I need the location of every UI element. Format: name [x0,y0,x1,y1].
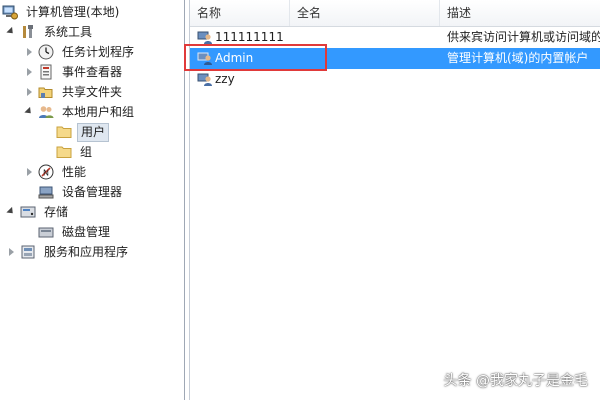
tree-label: 组 [80,145,93,159]
user-icon [197,31,212,44]
annotation-highlight-box [184,44,327,71]
tree-label: 用户 [77,122,110,142]
tree-item-shared-folders[interactable]: 共享文件夹 [24,82,125,102]
tree-item-services-apps[interactable]: 服务和应用程序 [6,242,131,262]
tree-item-disk-management[interactable]: 磁盘管理 [38,222,113,242]
users-group-icon [39,106,54,118]
tree-item-root[interactable]: 计算机管理(本地) [2,2,122,22]
tree-label: 系统工具 [44,25,93,39]
expand-arrow-icon[interactable] [24,67,34,77]
tree-item-task-scheduler[interactable]: 任务计划程序 [24,42,137,62]
device-manager-icon [38,186,54,199]
svg-text:N: N [43,169,49,178]
disk-management-icon [38,227,54,238]
user-description-cell: 管理计算机(域)的内置帐户 [447,51,589,65]
tree-item-groups[interactable]: 组 [56,142,95,162]
storage-icon [20,206,36,218]
user-full-name-cell [297,69,437,90]
tree-label: 本地用户和组 [62,105,135,119]
tree-item-performance[interactable]: N 性能 [24,162,89,182]
collapse-arrow-icon[interactable] [6,27,16,37]
performance-icon: N [38,164,54,180]
list-header: 名称 全名 描述 [190,0,600,27]
expand-arrow-icon[interactable] [24,47,34,57]
column-header-name[interactable]: 名称 [190,0,290,26]
collapse-arrow-icon[interactable] [6,207,16,217]
folder-icon [56,146,72,158]
tree-label: 服务和应用程序 [44,245,129,259]
folder-icon [56,126,72,138]
console-tree: 计算机管理(本地) 系统工具 任务计划程序 事件查看器 共享文件夹 本地用户和组… [0,0,185,400]
computer-management-icon [2,5,18,20]
services-apps-icon [21,245,35,259]
tree-label: 存储 [44,205,69,219]
tree-item-device-manager[interactable]: 设备管理器 [38,182,125,202]
tree-item-event-viewer[interactable]: 事件查看器 [24,62,125,82]
user-icon [197,73,212,86]
expand-arrow-icon[interactable] [6,247,16,257]
tree-item-system-tools[interactable]: 系统工具 [6,22,95,42]
tree-label: 性能 [62,165,87,179]
tree-item-users[interactable]: 用户 [56,122,110,142]
collapse-arrow-icon[interactable] [24,107,34,117]
expand-arrow-icon[interactable] [24,87,34,97]
tree-label: 设备管理器 [62,185,123,199]
user-name-cell: zzy [215,72,235,86]
list-row-user[interactable]: zzy [190,69,600,90]
event-viewer-icon [40,64,52,80]
tree-label: 任务计划程序 [62,45,135,59]
tree-root-label: 计算机管理(本地) [26,5,120,19]
watermark-text: 头条 @我家丸子是金毛 [443,373,588,389]
column-header-description[interactable]: 描述 [440,0,600,26]
tree-label: 磁盘管理 [62,225,111,239]
user-description-cell [447,69,600,90]
tree-label: 共享文件夹 [62,85,123,99]
tree-label: 事件查看器 [62,65,123,79]
shared-folder-icon [38,87,53,98]
tree-item-storage[interactable]: 存储 [6,202,71,222]
tree-item-local-users-groups[interactable]: 本地用户和组 [24,102,137,122]
clock-icon [38,44,54,60]
expand-arrow-icon[interactable] [24,167,34,177]
user-description-cell: 供来宾访问计算机或访问域的 [447,30,600,44]
tools-icon [23,25,33,38]
column-header-full-name[interactable]: 全名 [290,0,440,26]
